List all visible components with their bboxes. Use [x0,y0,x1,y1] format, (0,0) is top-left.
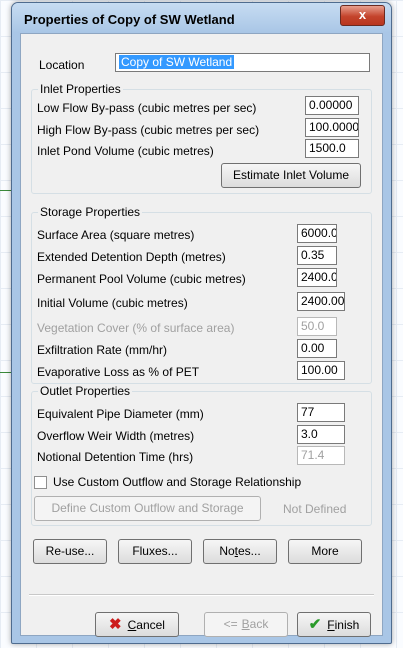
extended-detention-depth-label: Extended Detention Depth (metres) [37,250,226,264]
high-flow-label: High Flow By-pass (cubic metres per sec) [37,123,260,137]
back-label: ack [249,617,269,631]
overflow-weir-width-label: Overflow Weir Width (metres) [37,429,195,443]
back-button[interactable]: <= Back [204,612,288,637]
exfiltration-rate-label: Exfiltration Rate (mm/hr) [37,343,168,357]
inlet-pond-volume-label: Inlet Pond Volume (cubic metres) [37,144,214,158]
notes-label-part: No [219,544,235,558]
more-button[interactable]: More [288,539,362,564]
finish-hotkey: F [327,618,335,632]
initial-volume-label: Initial Volume (cubic metres) [37,296,188,310]
dialog-body: Location Copy of SW Wetland Inlet Proper… [20,33,383,637]
location-label: Location [39,58,85,72]
close-icon: x [358,7,367,22]
evaporative-loss-label: Evaporative Loss as % of PET [37,365,200,379]
overflow-weir-width-field[interactable]: 3.0 [297,425,345,444]
inlet-pond-volume-field[interactable]: 1500.0 [305,139,359,158]
location-field[interactable]: Copy of SW Wetland [115,53,370,72]
inlet-properties-title: Inlet Properties [38,82,123,96]
notes-label-part: es... [238,544,261,558]
pipe-diameter-field[interactable]: 77 [297,403,345,422]
not-defined-status: Not Defined [283,502,347,516]
cancel-hotkey: C [127,618,137,632]
cancel-button[interactable]: ✖ Cancel [95,612,179,637]
finish-check-icon: ✔ [308,616,322,633]
storage-properties-title: Storage Properties [38,205,143,219]
finish-button[interactable]: ✔ Finish [297,612,371,637]
custom-relationship-checkbox[interactable] [34,476,47,489]
permanent-pool-volume-field[interactable]: 2400.0 [297,268,337,287]
dialog-titlebar[interactable]: Properties of Copy of SW Wetland x [12,3,391,33]
cancel-label: ancel [136,618,165,632]
reuse-button[interactable]: Re-use... [33,539,107,564]
pipe-diameter-label: Equivalent Pipe Diameter (mm) [37,407,204,421]
notional-detention-time-label: Notional Detention Time (hrs) [37,450,194,464]
permanent-pool-volume-label: Permanent Pool Volume (cubic metres) [37,272,246,286]
notional-detention-time-field: 71.4 [297,446,345,465]
surface-area-field[interactable]: 6000.0 [297,224,337,243]
estimate-inlet-volume-button[interactable]: Estimate Inlet Volume [221,163,361,188]
back-hotkey: B [241,617,250,631]
finish-label: inish [334,618,360,632]
back-arrow-icon: <= [223,617,238,631]
low-flow-label: Low Flow By-pass (cubic metres per sec) [37,101,257,115]
dialog-title: Properties of Copy of SW Wetland [24,12,235,27]
low-flow-field[interactable]: 0.00000 [305,96,359,115]
extended-detention-depth-field[interactable]: 0.35 [297,246,337,265]
cancel-x-icon: ✖ [109,616,122,633]
custom-relationship-label: Use Custom Outflow and Storage Relations… [53,475,302,489]
initial-volume-field[interactable]: 2400.00 [297,292,345,311]
properties-dialog: Properties of Copy of SW Wetland x Locat… [11,2,392,644]
fluxes-button[interactable]: Fluxes... [118,539,192,564]
surface-area-label: Surface Area (square metres) [37,228,195,242]
close-button[interactable]: x [340,5,385,26]
vegetation-cover-label: Vegetation Cover (% of surface area) [37,321,235,335]
define-custom-outflow-button[interactable]: Define Custom Outflow and Storage [34,496,261,521]
outlet-properties-title: Outlet Properties [38,384,133,398]
vegetation-cover-field: 50.0 [297,317,337,336]
high-flow-field[interactable]: 100.0000 [305,118,359,137]
footer-separator [29,594,374,596]
evaporative-loss-field[interactable]: 100.00 [297,361,345,380]
exfiltration-rate-field[interactable]: 0.00 [297,339,337,358]
location-value: Copy of SW Wetland [119,55,235,69]
notes-button[interactable]: Notes... [203,539,277,564]
